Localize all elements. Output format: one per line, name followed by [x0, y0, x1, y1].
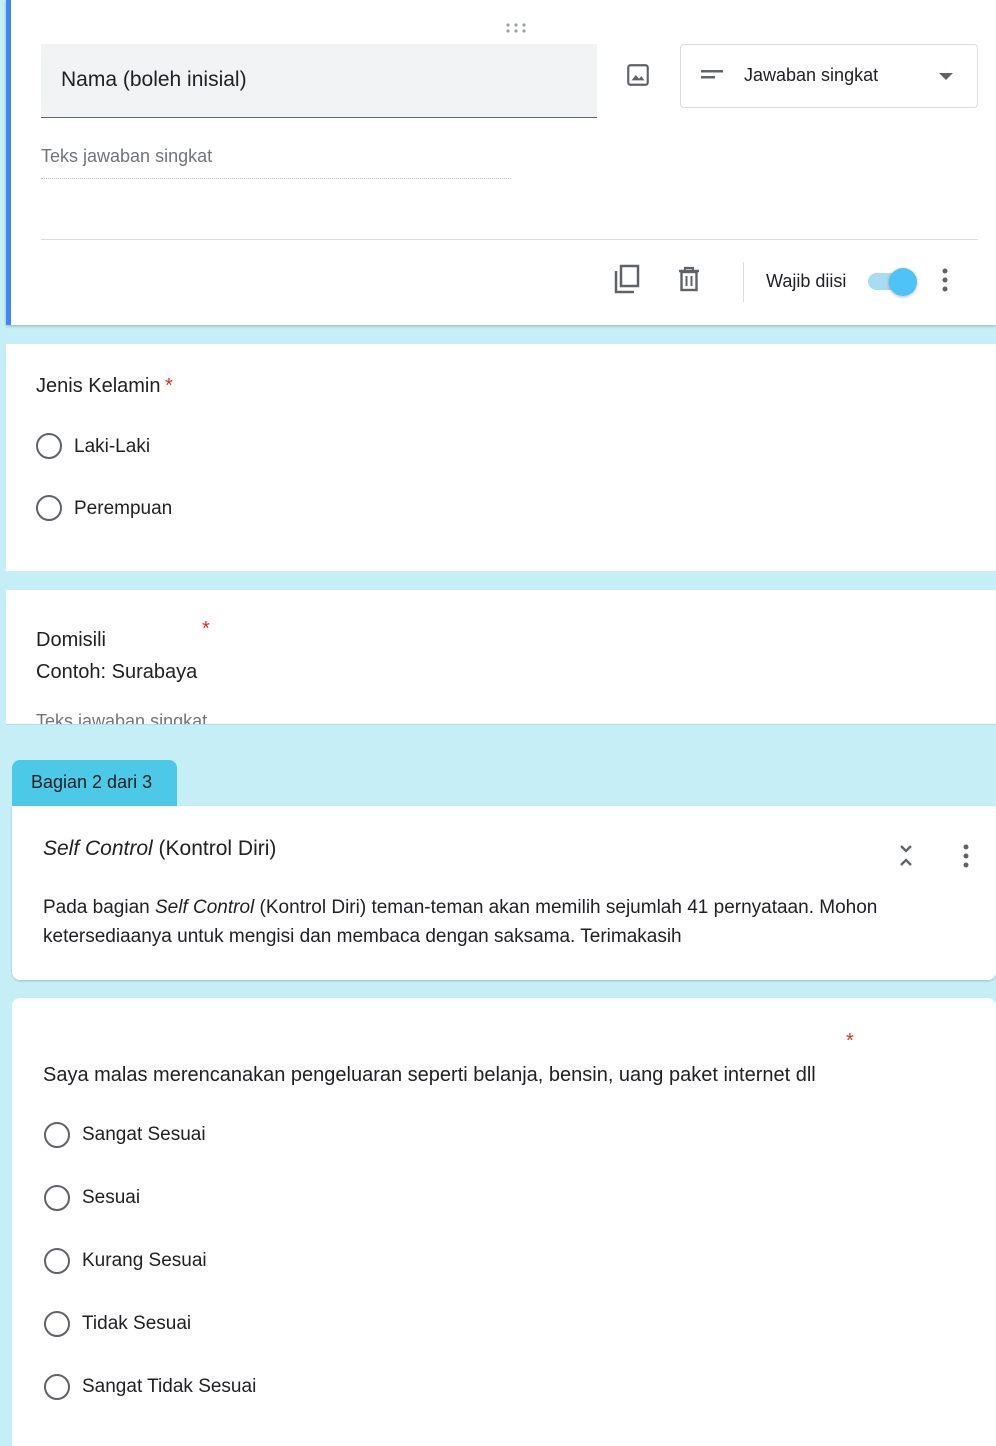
section-header-card[interactable]: Self Control (Kontrol Diri) Pada bagian … [12, 806, 996, 980]
option-label: Sangat Sesuai [82, 1124, 206, 1145]
question-type-label: Jawaban singkat [744, 65, 879, 85]
copy-icon[interactable] [612, 264, 642, 294]
more-vert-icon[interactable] [941, 267, 949, 293]
question-card-name[interactable]: Nama (boleh inisial) Jawaban singkat Tek… [6, 0, 996, 325]
short-answer-placeholder: Teks jawaban singkat [41, 146, 511, 179]
section-desc-prefix: Pada bagian [43, 897, 155, 918]
question-card-domicile[interactable]: Domisili Contoh: Surabaya * Teks jawaban… [6, 590, 996, 725]
question-title: Jenis Kelamin * [36, 375, 173, 398]
radio-button[interactable] [44, 1374, 70, 1400]
section-desc-italic: Self Control [155, 897, 255, 918]
option-label: Tidak Sesuai [82, 1313, 192, 1334]
section-title-italic: Self Control [43, 837, 153, 860]
section-title-rest: (Kontrol Diri) [152, 837, 277, 860]
delete-icon[interactable] [677, 266, 701, 292]
dropdown-arrow-icon [939, 73, 953, 81]
section-title: Self Control (Kontrol Diri) [43, 837, 276, 861]
drag-handle-icon[interactable] [505, 22, 527, 34]
collapse-icon[interactable] [898, 843, 914, 869]
required-label: Wajib diisi [766, 271, 847, 291]
required-asterisk: * [164, 375, 173, 397]
option-label: Laki-Laki [74, 436, 151, 457]
radio-button[interactable] [44, 1248, 70, 1274]
question-card-spending[interactable]: * Saya malas merencanakan pengeluaran se… [12, 998, 996, 1446]
radio-button[interactable] [44, 1311, 70, 1337]
question-title: Saya malas merencanakan pengeluaran sepe… [43, 1064, 816, 1086]
option-label: Sangat Tidak Sesuai [82, 1376, 257, 1397]
radio-button[interactable] [44, 1185, 70, 1211]
question-title: Domisili Contoh: Surabaya [36, 624, 197, 688]
option-label: Sesuai [82, 1187, 141, 1208]
option-label: Kurang Sesuai [82, 1250, 207, 1271]
question-title-text: Jenis Kelamin [36, 375, 161, 397]
option-label: Perempuan [74, 498, 173, 519]
radio-button[interactable] [44, 1122, 70, 1148]
required-asterisk: * [846, 1030, 854, 1052]
question-title-input[interactable]: Nama (boleh inisial) [61, 68, 247, 92]
question-title-field[interactable]: Nama (boleh inisial) [41, 44, 597, 118]
question-title-line2: Contoh: Surabaya [36, 661, 198, 683]
question-card-gender[interactable]: Jenis Kelamin * Laki-Laki Perempuan [6, 344, 996, 571]
toolbar-separator [743, 262, 744, 302]
section-description: Pada bagian Self Control (Kontrol Diri) … [43, 893, 943, 951]
more-vert-icon[interactable] [962, 843, 970, 869]
footer-divider [41, 239, 978, 240]
question-type-dropdown[interactable]: Jawaban singkat [680, 44, 978, 108]
required-toggle-thumb[interactable] [889, 268, 917, 296]
radio-button[interactable] [36, 433, 62, 459]
radio-button[interactable] [36, 495, 62, 521]
required-asterisk: * [202, 618, 210, 640]
short-answer-placeholder: Teks jawaban singkat [36, 711, 208, 725]
section-tab: Bagian 2 dari 3 [12, 760, 177, 808]
image-icon[interactable] [625, 62, 651, 88]
short-answer-icon [701, 70, 723, 80]
question-title-line1: Domisili [36, 629, 106, 651]
section-tab-label: Bagian 2 dari 3 [31, 772, 153, 792]
